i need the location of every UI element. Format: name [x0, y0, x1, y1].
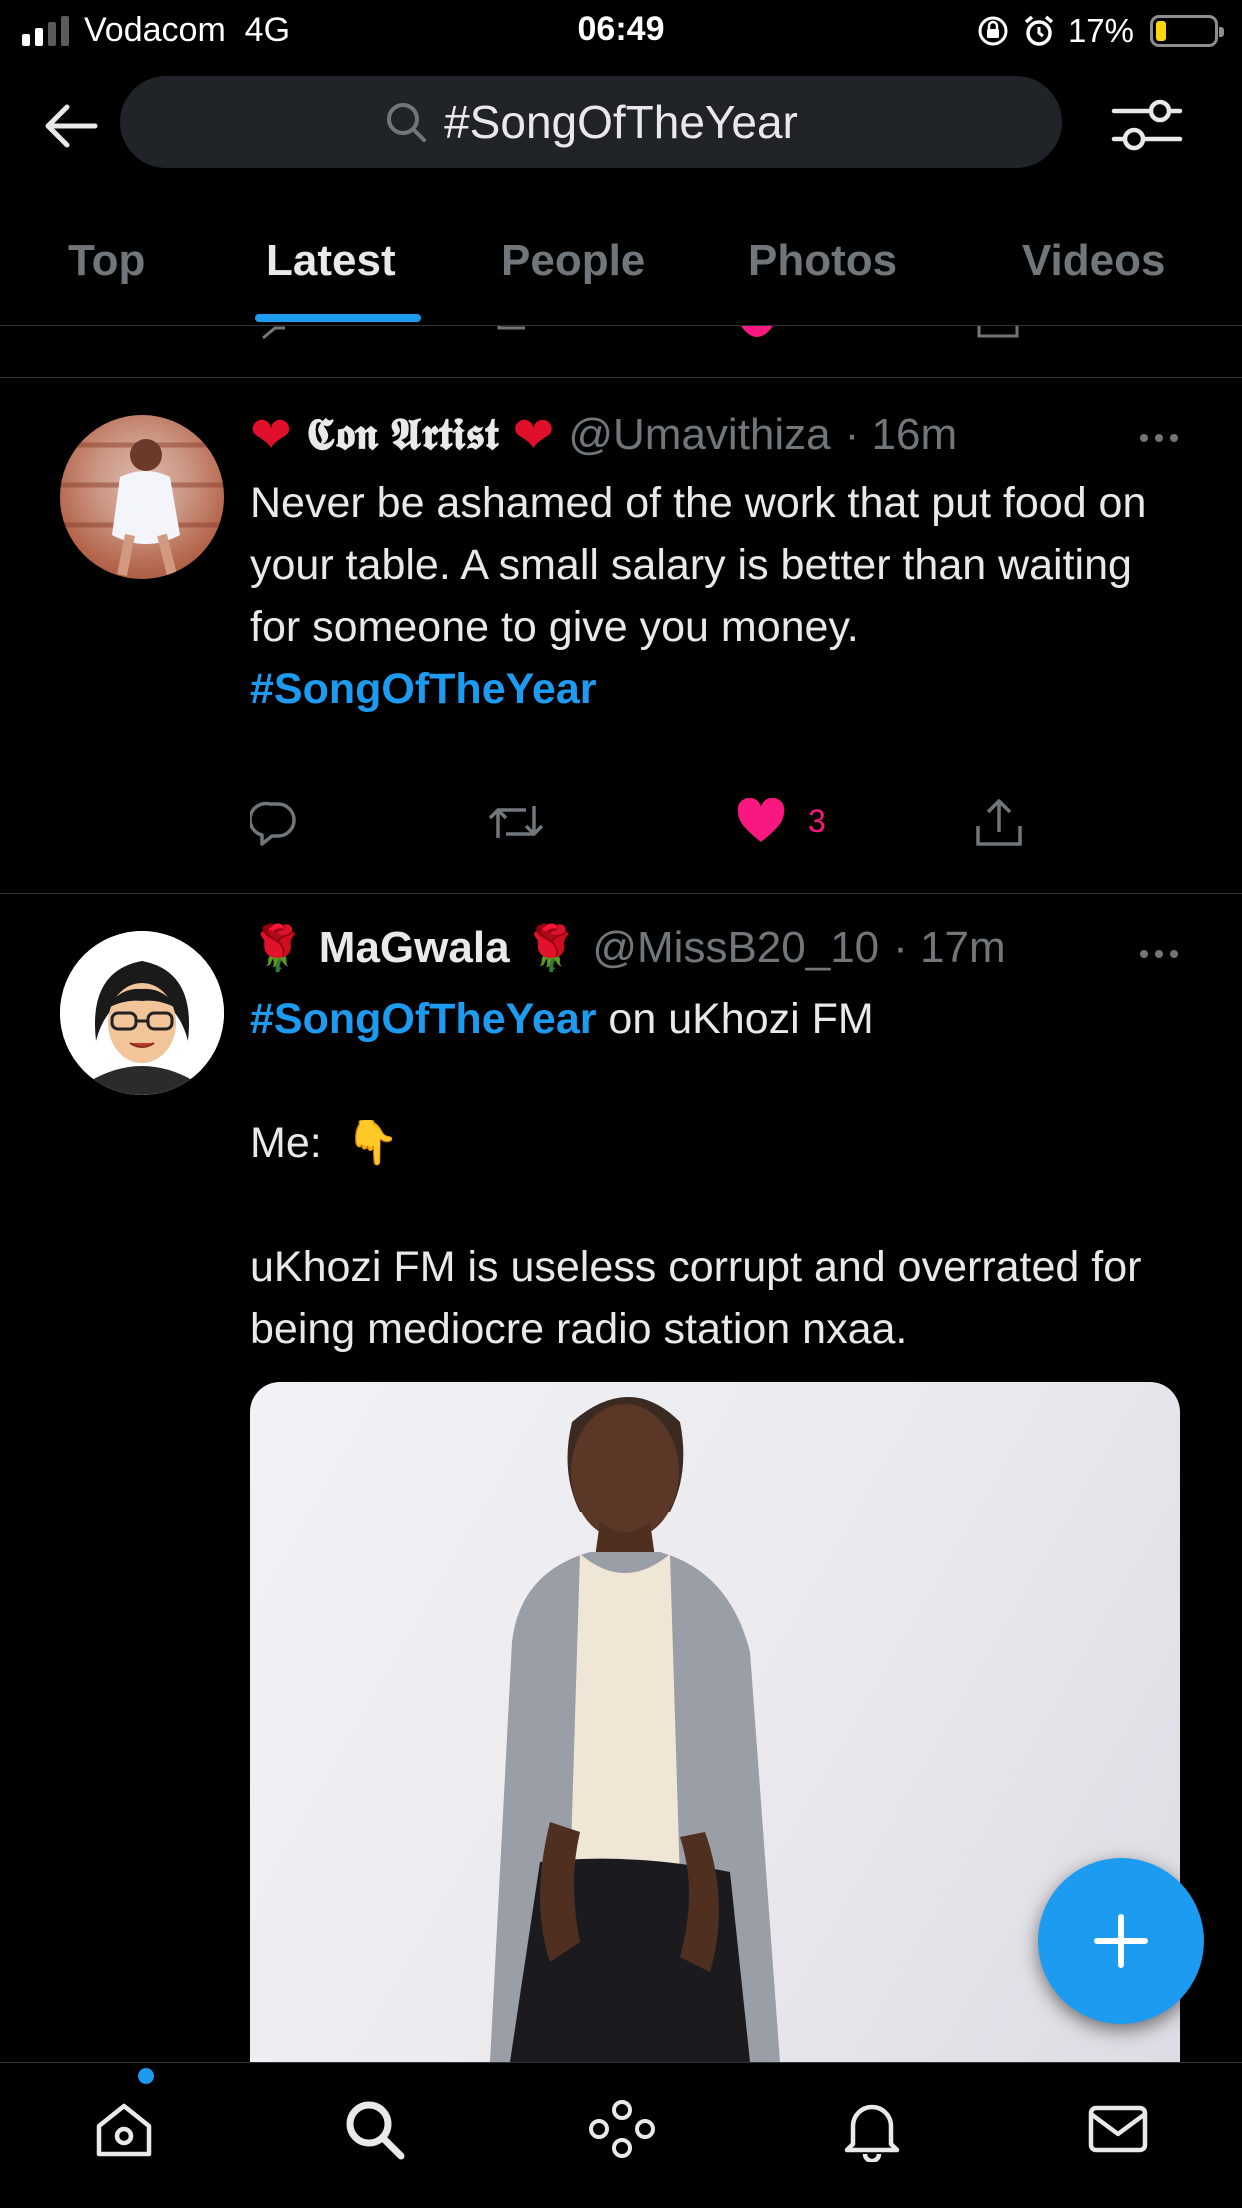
nav-messages[interactable] — [1078, 2089, 1158, 2169]
avatar[interactable] — [60, 931, 224, 1095]
share-icon — [977, 326, 1019, 338]
battery-icon — [1150, 15, 1224, 47]
more-options-icon[interactable] — [1140, 434, 1178, 442]
retweet-icon — [488, 806, 544, 838]
reply-icon — [262, 326, 285, 340]
active-tab-indicator — [255, 314, 421, 322]
compose-tweet-button[interactable] — [1038, 1858, 1204, 2024]
tweet-text: Never be ashamed of the work that put fo… — [250, 472, 1170, 720]
heart-filled-icon — [737, 798, 785, 842]
tweet[interactable]: ❤ 𝕮𝖔𝖓 𝕬𝖗𝖙𝖎𝖘𝖙 ❤ @Umavithiza · 16m Never b… — [0, 378, 1242, 893]
messages-icon — [1088, 2105, 1148, 2153]
nav-search[interactable] — [334, 2089, 414, 2169]
display-name[interactable]: 𝕮𝖔𝖓 𝕬𝖗𝖙𝖎𝖘𝖙 — [306, 410, 499, 460]
display-name[interactable]: MaGwala — [319, 923, 510, 973]
tab-videos[interactable]: Videos — [1022, 236, 1165, 286]
more-options-icon[interactable] — [1140, 950, 1178, 958]
pointing-down-emoji-icon: 👇 — [345, 1119, 400, 1167]
retweet-icon — [497, 326, 525, 330]
share-icon — [976, 799, 1022, 846]
previous-tweet-actions — [0, 326, 1242, 378]
timestamp: · 16m — [844, 410, 958, 459]
spaces-icon — [589, 2100, 655, 2158]
nav-notifications[interactable] — [832, 2089, 912, 2169]
tweet-text-line: on uKhozi FM — [596, 995, 874, 1043]
hashtag-link[interactable]: #SongOfTheYear — [250, 665, 596, 713]
like-count: 3 — [808, 802, 826, 839]
status-indicators: 17% — [976, 12, 1224, 50]
sliders-icon — [1111, 99, 1183, 151]
arrow-left-icon — [45, 104, 98, 148]
home-new-content-dot — [138, 2068, 154, 2084]
handle[interactable]: @Umavithiza — [568, 410, 830, 460]
orientation-lock-icon — [978, 16, 1008, 46]
search-icon — [346, 2101, 405, 2160]
plus-icon — [1094, 1914, 1148, 1968]
back-button[interactable] — [40, 95, 102, 157]
tweet-text-line: Me: — [250, 1119, 322, 1167]
status-bar: Vodacom 4G 06:49 17% — [0, 0, 1242, 66]
tab-people[interactable]: People — [501, 236, 645, 286]
alarm-icon — [1024, 15, 1054, 46]
nav-spaces[interactable] — [582, 2089, 662, 2169]
rose-icon: 🌹 — [523, 924, 579, 973]
avatar[interactable] — [60, 415, 224, 579]
battery-percent: 17% — [1067, 12, 1134, 49]
hashtag-link[interactable]: #SongOfTheYear — [250, 995, 596, 1043]
nav-home[interactable] — [84, 2089, 164, 2169]
battery-level — [1156, 21, 1166, 41]
like-icon — [741, 326, 773, 337]
retweet-button[interactable] — [486, 798, 546, 846]
tab-top[interactable]: Top — [68, 236, 145, 286]
search-query: #SongOfTheYear — [444, 96, 798, 148]
home-icon — [96, 2103, 152, 2157]
like-button[interactable]: 3 — [736, 798, 826, 844]
tab-latest[interactable]: Latest — [266, 236, 396, 286]
search-input[interactable]: #SongOfTheYear — [120, 76, 1062, 168]
bottom-navigation — [0, 2062, 1242, 2208]
share-button[interactable] — [974, 798, 1024, 848]
tweet-actions: 3 — [250, 798, 1050, 858]
tweet-text: #SongOfTheYear on uKhozi FM Me: 👇 uKhozi… — [250, 988, 1170, 1360]
tab-photos[interactable]: Photos — [748, 236, 897, 286]
magnifier-icon — [387, 103, 427, 142]
heart-icon: ❤ — [250, 407, 292, 463]
tweet-text-line: uKhozi FM is useless corrupt and overrat… — [250, 1243, 1142, 1353]
notifications-icon — [844, 2104, 900, 2162]
search-tabs: Top Latest People Photos Videos — [0, 218, 1242, 326]
reply-button[interactable] — [250, 798, 298, 846]
search-filter-button[interactable] — [1110, 92, 1184, 158]
handle[interactable]: @MissB20_10 — [592, 923, 879, 973]
tweet-header: 🌹 MaGwala 🌹 @MissB20_10 · 17m — [250, 922, 1006, 974]
tweet-text-content: Never be ashamed of the work that put fo… — [250, 479, 1147, 651]
tweet-header: ❤ 𝕮𝖔𝖓 𝕬𝖗𝖙𝖎𝖘𝖙 ❤ @Umavithiza · 16m — [250, 406, 957, 464]
heart-icon: ❤ — [512, 407, 555, 463]
timestamp: · 17m — [893, 923, 1006, 972]
rose-icon: 🌹 — [250, 924, 305, 973]
reply-icon — [250, 801, 296, 846]
